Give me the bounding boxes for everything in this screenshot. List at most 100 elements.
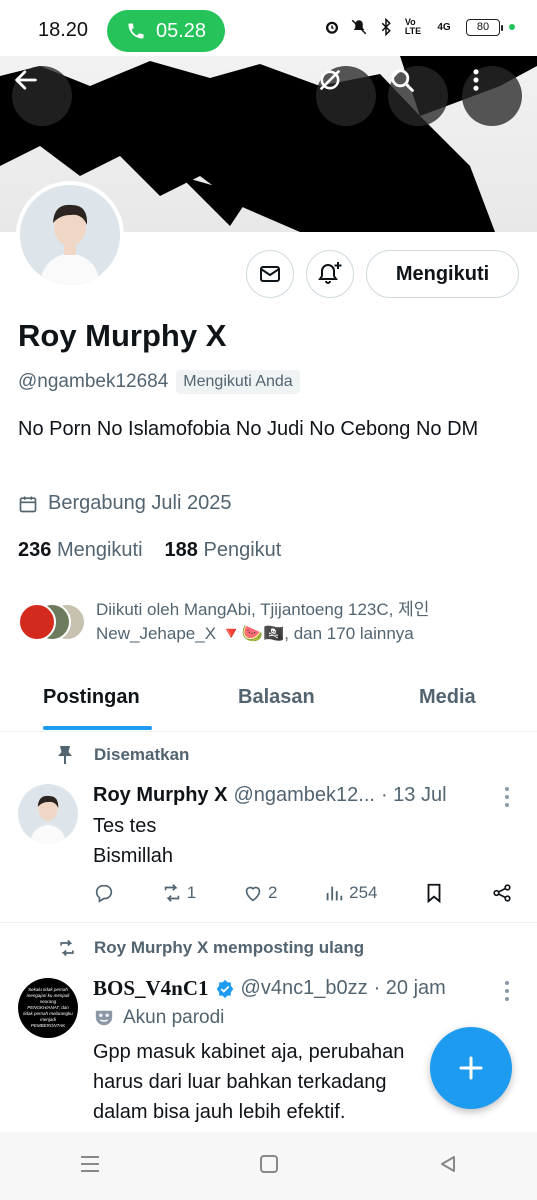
search-icon <box>391 69 414 92</box>
system-back-button[interactable] <box>438 1154 458 1179</box>
calendar-icon <box>19 496 37 512</box>
views-button[interactable]: 254 <box>323 882 378 904</box>
follows-you-badge: Mengikuti Anda <box>176 370 300 394</box>
triangle-back-icon <box>440 1155 455 1172</box>
mutual-avatar <box>18 603 56 641</box>
joined-text: Bergabung Juli 2025 <box>48 492 232 514</box>
repost-button[interactable]: 1 <box>161 882 196 904</box>
more-options-button[interactable] <box>462 66 522 126</box>
post-text: Gpp masuk kabinet aja, perubahan harus d… <box>93 1037 404 1127</box>
grok-button[interactable] <box>316 66 376 126</box>
bluetooth-icon <box>377 18 395 36</box>
post-text-line: harus dari luar bahkan terkadang <box>93 1071 387 1093</box>
parody-text: Akun parodi <box>123 1007 225 1028</box>
profile-handle: @ngambek12684 <box>18 371 169 392</box>
reply-button[interactable] <box>93 882 115 904</box>
avatar-caption: Sekalu tidak pernah mengajari ku menjadi… <box>23 987 73 1028</box>
bell-plus-icon <box>318 262 342 284</box>
joined-date: Bergabung Juli 2025 <box>18 492 231 515</box>
repost-icon <box>164 884 179 902</box>
repost-context: Roy Murphy X memposting ulang <box>56 938 364 958</box>
heart-icon <box>245 886 261 902</box>
repost-icon <box>60 939 74 957</box>
post-author-handle: @ngambek12... <box>233 784 375 806</box>
pinned-label: Disematkan <box>56 745 189 765</box>
battery-icon: 80 <box>466 18 503 36</box>
followed-by-text: Diikuti oleh MangAbi, Tjijantoeng 123C, … <box>96 598 429 646</box>
grok-icon <box>319 69 341 91</box>
verified-badge-icon <box>216 979 233 998</box>
status-time: 18.20 <box>38 19 89 41</box>
bookmark-icon <box>427 883 441 904</box>
post-header: BOS_V4nC1 @v4nc1_b0zz · 20 jam <box>93 976 446 1001</box>
views-count: 254 <box>349 883 378 902</box>
post-text: Tes tes Bismillah <box>93 811 173 871</box>
post-text-line: dalam bisa jauh lebih efektif. <box>93 1101 346 1123</box>
following-label: Mengikuti <box>56 539 143 561</box>
post-header: Roy Murphy X @ngambek12... · 13 Jul <box>93 784 447 807</box>
bookmark-button[interactable] <box>423 882 445 904</box>
followed-by-row[interactable]: Diikuti oleh MangAbi, Tjijantoeng 123C, … <box>18 598 429 646</box>
volte-icon: Vo LTE <box>404 17 422 36</box>
privacy-dot <box>509 24 515 30</box>
status-bar: 18.20 05.28 Vo LTE 4G 80 <box>0 0 537 56</box>
message-button[interactable] <box>246 250 294 298</box>
menu-icon <box>81 1155 100 1172</box>
active-tab-indicator <box>43 726 152 730</box>
post-avatar[interactable] <box>18 784 78 844</box>
followers-count: 188 <box>164 539 198 561</box>
mutual-avatars <box>18 603 86 641</box>
mask-icon <box>95 1010 113 1026</box>
post-text-line: Tes tes <box>93 815 157 837</box>
compose-button[interactable] <box>430 1027 512 1109</box>
mute-icon <box>350 18 368 36</box>
post-text-line: Bismillah <box>93 845 174 867</box>
handle-row: @ngambek12684 Mengikuti Anda <box>18 370 300 394</box>
post-divider <box>0 922 537 923</box>
following-button[interactable]: Mengikuti <box>366 250 519 298</box>
ongoing-call-pill[interactable]: 05.28 <box>107 10 225 52</box>
post-avatar[interactable]: Sekalu tidak pernah mengajari ku menjadi… <box>18 978 78 1038</box>
profile-tabs: Postingan Balasan Media <box>0 670 537 732</box>
followed-by-line: New_Jehape_X 🔻🍉🏴‍☠️, dan 170 lainnya <box>96 624 414 643</box>
tab-media[interactable]: Media <box>419 686 476 709</box>
home-button[interactable] <box>259 1154 279 1179</box>
like-count: 2 <box>267 883 278 902</box>
repost-count: 1 <box>186 883 197 902</box>
following-count: 236 <box>18 539 52 561</box>
post-author-name[interactable]: BOS_V4nC1 <box>93 976 209 1001</box>
signal-icon: 4G <box>437 21 451 33</box>
mail-icon <box>260 266 280 282</box>
arrow-left-icon <box>15 70 37 90</box>
post-more-icon[interactable] <box>504 980 510 1002</box>
square-icon <box>260 1154 279 1173</box>
status-icons: Vo LTE 4G 80 <box>323 18 515 36</box>
post-author-handle: @v4nc1_b0zz <box>240 977 368 999</box>
notifications-button[interactable] <box>306 250 354 298</box>
post-text-line: Gpp masuk kabinet aja, perubahan <box>93 1041 405 1063</box>
tab-posts[interactable]: Postingan <box>43 686 140 709</box>
post-author-name[interactable]: Roy Murphy X <box>93 784 227 807</box>
parody-label: Akun parodi <box>93 1007 224 1029</box>
avatar-image <box>20 185 120 285</box>
alarm-icon <box>323 18 341 36</box>
profile-name: Roy Murphy X <box>18 318 227 353</box>
tab-replies[interactable]: Balasan <box>238 686 315 709</box>
kebab-menu-icon <box>473 69 479 91</box>
pinned-text: Disematkan <box>94 745 190 764</box>
profile-avatar[interactable] <box>16 181 124 289</box>
like-button[interactable]: 2 <box>242 882 277 904</box>
following-link[interactable]: 236 Mengikuti <box>18 539 143 562</box>
back-button[interactable] <box>12 66 72 126</box>
share-button[interactable] <box>491 882 513 904</box>
post-more-icon[interactable] <box>504 786 510 808</box>
search-button[interactable] <box>388 66 448 126</box>
followers-link[interactable]: 188 Pengikut <box>165 539 282 562</box>
repost-context-text: Roy Murphy X memposting ulang <box>94 938 365 957</box>
reply-icon <box>95 884 113 903</box>
followers-label: Pengikut <box>203 539 282 561</box>
recent-apps-button[interactable] <box>79 1154 101 1179</box>
post-time: · 20 jam <box>373 977 446 999</box>
views-icon <box>326 886 343 901</box>
post-time: · 13 Jul <box>380 784 447 806</box>
